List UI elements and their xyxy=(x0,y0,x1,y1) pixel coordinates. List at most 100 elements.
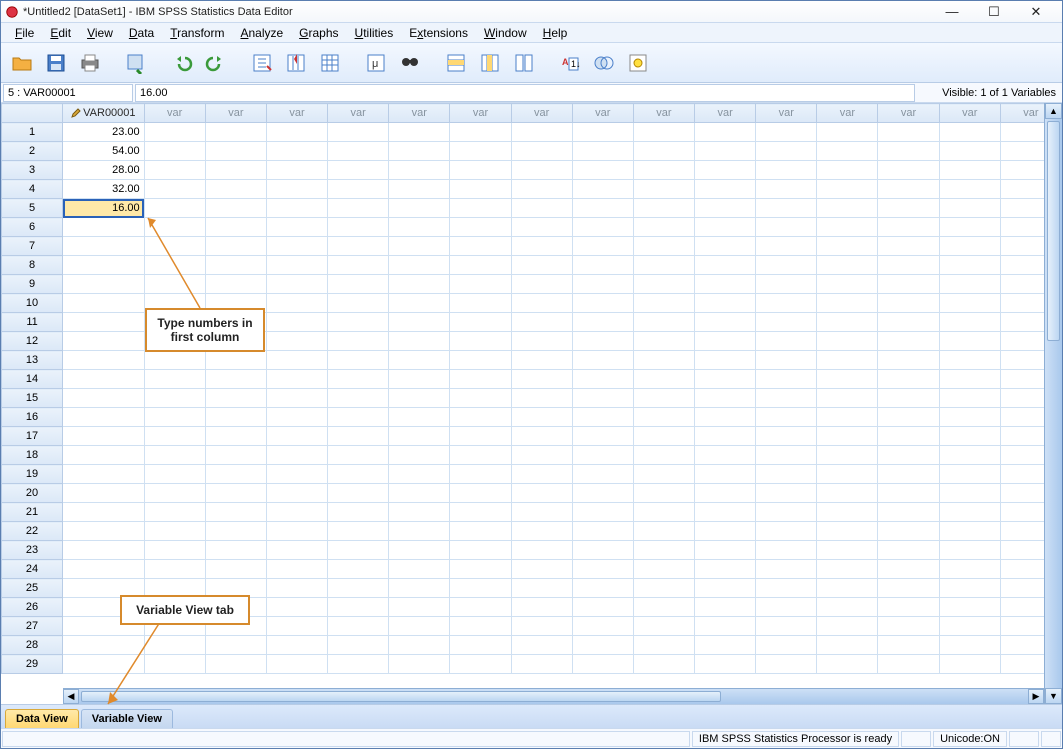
grid-cell[interactable] xyxy=(511,465,572,484)
grid-cell[interactable] xyxy=(328,617,389,636)
column-header-empty[interactable]: var xyxy=(205,104,266,123)
grid-cell[interactable] xyxy=(328,427,389,446)
grid-cell[interactable] xyxy=(939,370,1000,389)
grid-cell[interactable] xyxy=(939,427,1000,446)
grid-cell[interactable] xyxy=(63,294,145,313)
grid-cell[interactable] xyxy=(572,218,633,237)
grid-cell[interactable] xyxy=(511,636,572,655)
menu-view[interactable]: View xyxy=(79,24,121,42)
grid-cell[interactable] xyxy=(389,161,450,180)
grid-cell[interactable] xyxy=(817,256,878,275)
grid-cell[interactable] xyxy=(878,617,939,636)
column-header-empty[interactable]: var xyxy=(266,104,327,123)
grid-cell[interactable] xyxy=(450,427,511,446)
grid-cell[interactable] xyxy=(450,142,511,161)
grid-cell[interactable] xyxy=(695,123,756,142)
grid-cell[interactable] xyxy=(63,484,145,503)
menu-help[interactable]: Help xyxy=(535,24,576,42)
grid-cell[interactable] xyxy=(450,503,511,522)
grid-cell[interactable] xyxy=(878,199,939,218)
grid-cell[interactable] xyxy=(266,636,327,655)
grid-cell[interactable] xyxy=(939,180,1000,199)
grid-cell[interactable] xyxy=(756,142,817,161)
scroll-left-button[interactable]: ◀ xyxy=(63,689,79,704)
grid-cell[interactable] xyxy=(63,256,145,275)
grid-cell[interactable] xyxy=(817,427,878,446)
grid-cell[interactable] xyxy=(389,142,450,161)
grid-cell[interactable] xyxy=(633,522,694,541)
goto-case-button[interactable] xyxy=(247,48,277,78)
menu-analyze[interactable]: Analyze xyxy=(232,24,291,42)
row-header[interactable]: 7 xyxy=(2,237,63,256)
grid-cell[interactable] xyxy=(878,560,939,579)
grid-cell[interactable] xyxy=(266,294,327,313)
menu-utilities[interactable]: Utilities xyxy=(347,24,402,42)
grid-cell[interactable] xyxy=(572,389,633,408)
grid-cell[interactable] xyxy=(266,332,327,351)
grid-cell[interactable] xyxy=(511,446,572,465)
grid-cell[interactable] xyxy=(205,123,266,142)
grid-cell[interactable] xyxy=(878,142,939,161)
column-header-empty[interactable]: var xyxy=(572,104,633,123)
minimize-button[interactable]: ― xyxy=(938,3,966,21)
grid-cell[interactable] xyxy=(328,503,389,522)
grid-cell[interactable] xyxy=(572,598,633,617)
grid-cell[interactable] xyxy=(817,275,878,294)
grid-cell[interactable] xyxy=(572,161,633,180)
grid-cell[interactable] xyxy=(205,180,266,199)
grid-cell[interactable] xyxy=(695,351,756,370)
grid-cell[interactable] xyxy=(389,427,450,446)
grid-cell[interactable] xyxy=(389,522,450,541)
grid-cell[interactable] xyxy=(633,579,694,598)
grid-cell[interactable] xyxy=(756,598,817,617)
grid-cell[interactable] xyxy=(205,522,266,541)
grid-cell[interactable] xyxy=(633,446,694,465)
horizontal-scrollbar[interactable]: ◀ ▶ xyxy=(63,688,1044,704)
grid-cell[interactable] xyxy=(572,579,633,598)
grid-cell[interactable] xyxy=(266,161,327,180)
save-button[interactable] xyxy=(41,48,71,78)
grid-cell[interactable] xyxy=(205,161,266,180)
grid-cell[interactable] xyxy=(878,237,939,256)
grid-cell[interactable] xyxy=(389,541,450,560)
grid-cell[interactable] xyxy=(695,294,756,313)
grid-cell[interactable] xyxy=(756,218,817,237)
grid-cell[interactable] xyxy=(450,655,511,674)
row-header[interactable]: 14 xyxy=(2,370,63,389)
menu-file[interactable]: File xyxy=(7,24,42,42)
grid-cell[interactable] xyxy=(572,560,633,579)
grid-cell[interactable] xyxy=(328,351,389,370)
grid-cell[interactable] xyxy=(205,427,266,446)
grid-cell[interactable] xyxy=(450,560,511,579)
grid-cell[interactable] xyxy=(756,484,817,503)
grid-cell[interactable] xyxy=(389,484,450,503)
grid-cell[interactable] xyxy=(756,579,817,598)
grid-cell[interactable]: 16.00 xyxy=(63,199,145,218)
row-header[interactable]: 11 xyxy=(2,313,63,332)
grid-cell[interactable] xyxy=(144,389,205,408)
grid-cell[interactable] xyxy=(144,123,205,142)
grid-cell[interactable] xyxy=(511,522,572,541)
grid-cell[interactable] xyxy=(939,237,1000,256)
grid-cell[interactable] xyxy=(633,275,694,294)
select-cases-button[interactable] xyxy=(589,48,619,78)
grid-cell[interactable] xyxy=(756,541,817,560)
grid-cell[interactable] xyxy=(756,408,817,427)
grid-cell[interactable] xyxy=(389,617,450,636)
grid-cell[interactable] xyxy=(266,313,327,332)
grid-cell[interactable] xyxy=(939,161,1000,180)
grid-cell[interactable] xyxy=(450,636,511,655)
grid-cell[interactable] xyxy=(817,465,878,484)
grid-cell[interactable] xyxy=(633,123,694,142)
grid-cell[interactable] xyxy=(572,256,633,275)
grid-cell[interactable] xyxy=(756,180,817,199)
grid-cell[interactable] xyxy=(695,370,756,389)
row-header[interactable]: 18 xyxy=(2,446,63,465)
grid-cell[interactable] xyxy=(389,503,450,522)
grid-cell[interactable] xyxy=(266,522,327,541)
insert-cases-button[interactable] xyxy=(441,48,471,78)
row-header[interactable]: 15 xyxy=(2,389,63,408)
grid-cell[interactable] xyxy=(205,351,266,370)
grid-cell[interactable] xyxy=(389,313,450,332)
grid-cell[interactable] xyxy=(817,332,878,351)
